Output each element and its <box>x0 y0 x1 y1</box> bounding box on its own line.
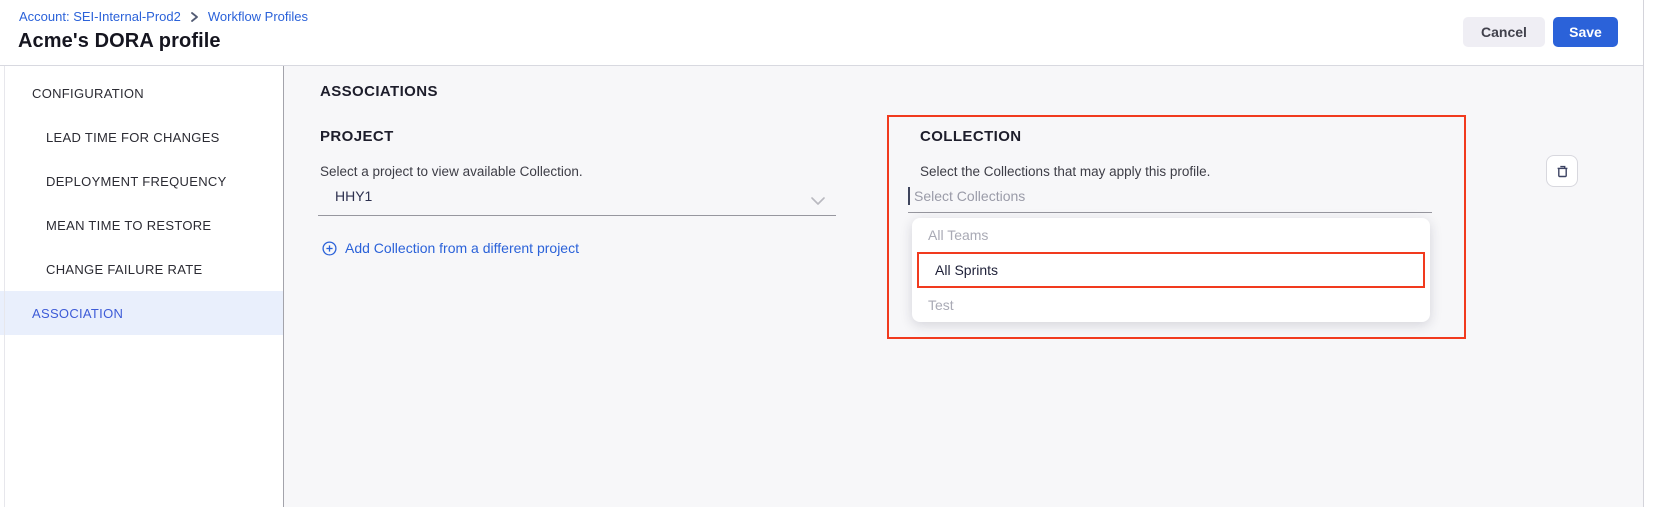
breadcrumb: Account: SEI-Internal-Prod2 Workflow Pro… <box>19 9 308 24</box>
profile-sections-sidebar: CONFIGURATION LEAD TIME FOR CHANGES DEPL… <box>0 66 284 507</box>
chevron-right-icon <box>190 12 199 22</box>
collection-description: Select the Collections that may apply th… <box>920 164 1210 179</box>
sidebar-item-association[interactable]: ASSOCIATION <box>0 291 283 335</box>
sidebar-item-mean-time-to-restore[interactable]: MEAN TIME TO RESTORE <box>0 203 283 247</box>
sidebar-item-lead-time-for-changes[interactable]: LEAD TIME FOR CHANGES <box>0 115 283 159</box>
page-header: Account: SEI-Internal-Prod2 Workflow Pro… <box>0 0 1643 66</box>
project-select-underline <box>318 215 836 216</box>
page-body: CONFIGURATION LEAD TIME FOR CHANGES DEPL… <box>0 66 1643 507</box>
associations-panel: ASSOCIATIONS PROJECT Select a project to… <box>284 66 1643 507</box>
left-edge-divider <box>4 66 5 507</box>
text-cursor <box>908 187 910 205</box>
project-description: Select a project to view available Colle… <box>320 164 583 179</box>
collection-option-all-teams[interactable]: All Teams <box>912 218 1430 252</box>
collection-option-test[interactable]: Test <box>912 288 1430 322</box>
chevron-down-icon[interactable] <box>811 193 825 211</box>
collection-heading: COLLECTION <box>920 128 1022 145</box>
add-collection-link-label: Add Collection from a different project <box>345 240 579 256</box>
project-heading: PROJECT <box>320 128 394 145</box>
workflow-profile-page: Account: SEI-Internal-Prod2 Workflow Pro… <box>0 0 1678 507</box>
scrollbar-gutter[interactable] <box>1643 0 1678 507</box>
circle-plus-icon <box>322 241 337 256</box>
add-collection-link[interactable]: Add Collection from a different project <box>322 240 579 256</box>
sidebar-item-deployment-frequency[interactable]: DEPLOYMENT FREQUENCY <box>0 159 283 203</box>
project-select-value[interactable]: HHY1 <box>335 188 372 204</box>
breadcrumb-workflow-profiles-link[interactable]: Workflow Profiles <box>208 9 308 24</box>
trash-icon <box>1554 163 1571 180</box>
collections-dropdown-menu: All Teams All Sprints Test <box>912 218 1430 322</box>
associations-section-title: ASSOCIATIONS <box>320 83 438 100</box>
page-title: Acme's DORA profile <box>18 30 221 53</box>
sidebar-item-configuration[interactable]: CONFIGURATION <box>0 71 283 115</box>
save-button[interactable]: Save <box>1553 17 1618 47</box>
collection-option-all-sprints[interactable]: All Sprints <box>917 252 1425 288</box>
collection-input-underline <box>908 212 1432 213</box>
collections-search-input[interactable] <box>914 185 1314 207</box>
main-column: Account: SEI-Internal-Prod2 Workflow Pro… <box>0 0 1643 507</box>
sidebar-item-change-failure-rate[interactable]: CHANGE FAILURE RATE <box>0 247 283 291</box>
cancel-button[interactable]: Cancel <box>1463 17 1545 47</box>
breadcrumb-account-link[interactable]: Account: SEI-Internal-Prod2 <box>19 9 181 24</box>
delete-association-button[interactable] <box>1546 155 1578 187</box>
